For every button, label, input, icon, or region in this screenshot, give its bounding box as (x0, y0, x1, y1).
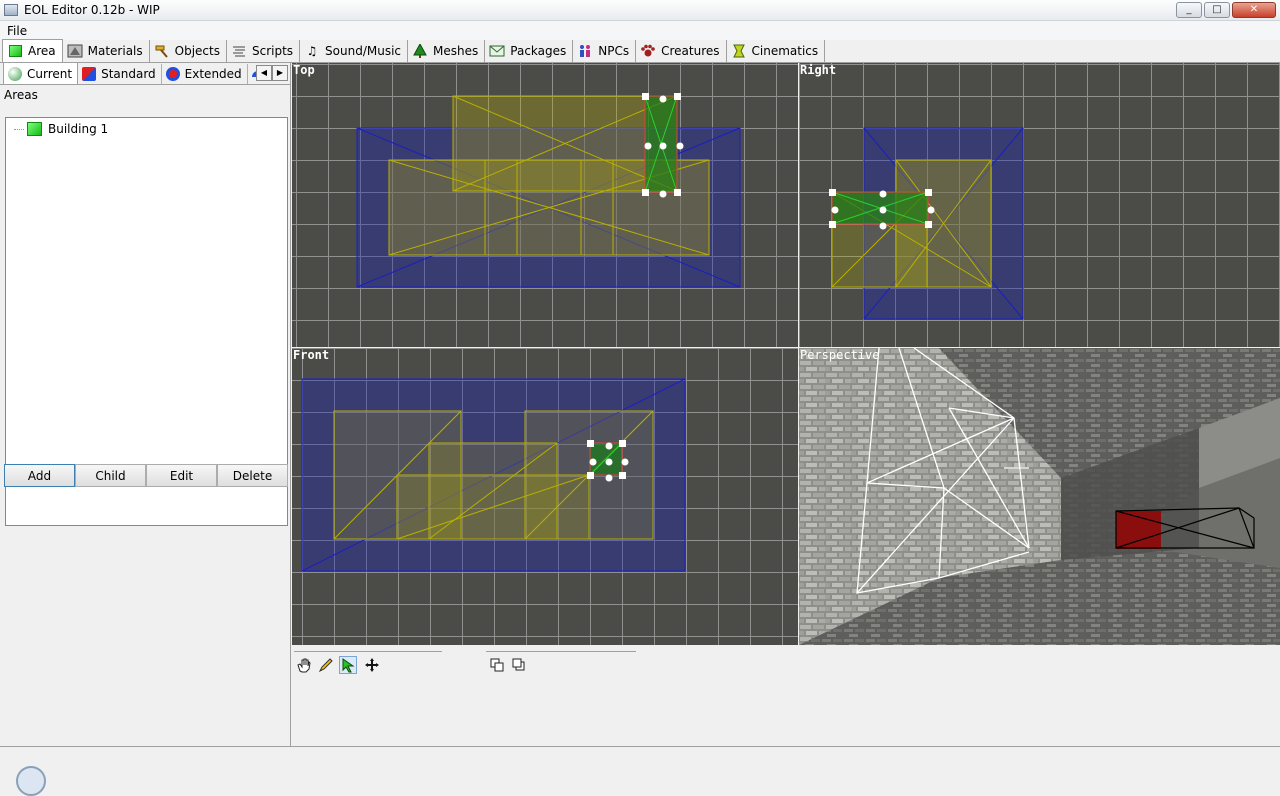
perspective-render (799, 348, 1280, 645)
subtab-current[interactable]: Current (3, 62, 79, 84)
minimize-button[interactable]: _ (1176, 2, 1202, 18)
viewport-right[interactable]: Right (799, 63, 1280, 347)
hand-icon[interactable] (295, 656, 313, 674)
move-icon[interactable] (363, 656, 381, 674)
maximize-button[interactable]: □ (1204, 2, 1230, 18)
viewport-label-top: Top (293, 63, 315, 77)
envelope-icon (489, 44, 505, 58)
sub-tabs: Current Standard Extended ◀ ▶ (0, 62, 290, 85)
music-note-icon: ♫ (306, 44, 318, 58)
tab-packages[interactable]: Packages (485, 40, 574, 62)
subtab-extended[interactable]: Extended (162, 64, 248, 84)
viewport-top[interactable]: Top (292, 63, 798, 347)
people-icon (577, 44, 593, 58)
tree-icon (412, 44, 428, 58)
top-view-geometry (356, 93, 741, 288)
tab-materials[interactable]: Materials (62, 40, 150, 62)
green-cube-icon (27, 122, 42, 136)
paste-icon[interactable] (510, 656, 528, 674)
sphere-icon (8, 66, 22, 81)
tab-area[interactable]: Area (2, 39, 63, 62)
editor-toolbar (292, 645, 1280, 746)
title-bar: EOL Editor 0.12b - WIP _ □ ✕ (0, 0, 1280, 21)
window-controls: _ □ ✕ (1176, 2, 1276, 18)
tree-item-building[interactable]: Building 1 (14, 122, 108, 136)
tab-label: Creatures (661, 44, 720, 58)
tab-scripts[interactable]: Scripts (226, 40, 301, 62)
toolbar-separator (294, 651, 442, 652)
viewport-label-right: Right (800, 63, 837, 77)
selection-handles (587, 440, 629, 482)
edit-button[interactable]: Edit (146, 464, 217, 487)
viewport-label-front: Front (293, 348, 330, 362)
front-view-geometry (301, 378, 686, 572)
tree-item-label: Building 1 (48, 122, 109, 136)
tree-connector (14, 128, 24, 130)
tab-label: Sound/Music (325, 44, 402, 58)
close-button[interactable]: ✕ (1232, 2, 1276, 18)
area-buttons: Add Child Edit Delete (4, 464, 288, 487)
materials-icon (67, 44, 83, 58)
tab-npcs[interactable]: NPCs (573, 40, 637, 62)
paw-icon (640, 44, 656, 58)
green-cube-icon (7, 44, 23, 58)
hammer-icon (154, 44, 170, 58)
subtab-standard[interactable]: Standard (78, 64, 162, 84)
menu-file[interactable]: File (0, 24, 34, 38)
copy-icon[interactable] (488, 656, 506, 674)
film-icon (731, 44, 747, 58)
tab-label: NPCs (598, 44, 630, 58)
status-bar (0, 746, 1280, 796)
tab-meshes[interactable]: Meshes (408, 40, 486, 62)
tab-label: Scripts (251, 44, 294, 58)
tab-label: Area (28, 44, 56, 58)
main-tabs: Area Materials Objects Scripts ♫ Sound/M… (0, 39, 1280, 63)
menu-bar: File (0, 21, 1280, 40)
subtab-label: Standard (101, 67, 156, 81)
right-view-geometry (829, 127, 1024, 320)
tab-cinematics[interactable]: Cinematics (726, 40, 826, 62)
tab-label: Meshes (433, 44, 479, 58)
star-shapes-icon (165, 67, 180, 81)
shapes-icon (82, 67, 97, 81)
scripts-icon (231, 44, 247, 58)
window-title: EOL Editor 0.12b - WIP (24, 3, 160, 17)
subtab-label: Extended (184, 67, 242, 81)
tab-label: Materials (87, 44, 143, 58)
viewport-perspective[interactable]: Perspective (799, 348, 1280, 645)
viewport-front[interactable]: Front (292, 348, 798, 645)
subtab-label: Current (27, 66, 73, 81)
tab-creatures[interactable]: Creatures (636, 40, 727, 62)
left-panel: Current Standard Extended ◀ ▶ Areas Buil… (0, 62, 291, 746)
add-button[interactable]: Add (4, 464, 75, 487)
delete-button[interactable]: Delete (217, 464, 288, 487)
tab-objects[interactable]: Objects (149, 40, 227, 62)
select-arrow-icon[interactable] (339, 656, 357, 674)
tab-label: Cinematics (751, 44, 819, 58)
tab-label: Objects (174, 44, 220, 58)
tab-scroll-arrows: ◀ ▶ (256, 65, 288, 81)
viewport-label-perspective: Perspective (800, 348, 880, 362)
scroll-right-button[interactable]: ▶ (272, 65, 288, 81)
scroll-left-button[interactable]: ◀ (256, 65, 272, 81)
child-button[interactable]: Child (75, 464, 146, 487)
toolbar-separator (486, 651, 636, 652)
app-icon (4, 4, 18, 16)
pencil-icon[interactable] (317, 656, 335, 674)
areas-label: Areas (4, 88, 38, 102)
tab-sound-music[interactable]: ♫ Sound/Music (300, 40, 409, 62)
tab-label: Packages (510, 44, 567, 58)
